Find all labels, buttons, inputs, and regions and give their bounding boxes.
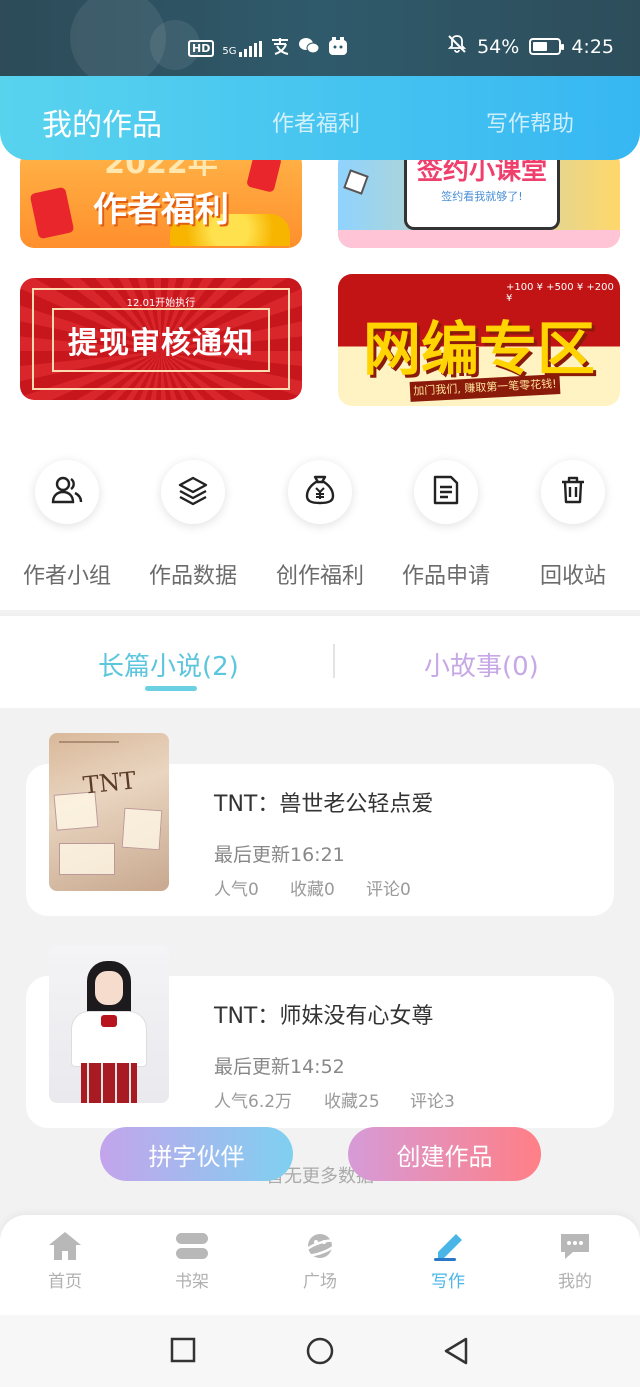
mute-icon (447, 34, 467, 59)
work-cover[interactable]: TNT (49, 733, 169, 891)
work-popularity: 人气0 (214, 880, 259, 900)
recent-apps-icon[interactable] (170, 1337, 196, 1367)
tab-author-benefits[interactable]: 作者福利 (272, 106, 360, 138)
pen-icon (430, 1229, 466, 1263)
signing-card: 签约小课堂 签约看我就够了! (404, 150, 560, 230)
work-popularity: 人气6.2万 (214, 1092, 293, 1112)
work-comments: 评论3 (410, 1092, 455, 1112)
layers-icon (177, 474, 209, 510)
no-more-data-text: 暂无更多数据 (266, 1166, 374, 1187)
nav-home[interactable]: 首页 (25, 1229, 105, 1292)
tab-short-stories[interactable]: 小故事(0) (424, 646, 539, 683)
battery-percent: 54% (477, 35, 520, 58)
banner-title: 网编专区 (362, 315, 595, 383)
banner-signing-class[interactable]: 签约小课堂 签约看我就够了! (338, 150, 620, 248)
home-circle-icon[interactable] (305, 1336, 335, 1370)
nav-square[interactable]: 广场 (280, 1229, 360, 1292)
content-area: 2022年 作者福利 签约小课堂 签约看我就够了! 12.01开始执行 提现审核… (0, 100, 640, 610)
status-bar: HD 5G 54% 4:25 (0, 0, 640, 86)
work-data-label: 作品数据 (148, 564, 237, 589)
trash-icon (558, 475, 588, 509)
nav-mine[interactable]: 我的 (535, 1229, 615, 1292)
planet-icon (302, 1229, 338, 1263)
word-partner-button[interactable]: 拼字伙伴 (100, 1127, 293, 1181)
banner-subtitle: 12.01开始执行 (126, 298, 196, 309)
document-icon (430, 474, 462, 510)
group-icon (51, 474, 83, 510)
app-icon (328, 36, 348, 61)
work-application-button[interactable] (414, 460, 478, 524)
nav-write[interactable]: 写作 (408, 1229, 488, 1292)
tab-underline (145, 686, 197, 691)
banner-title: 提现审核通知 (68, 326, 254, 361)
tab-long-novels[interactable]: 长篇小说(2) (98, 646, 239, 683)
home-icon (47, 1229, 83, 1263)
work-title: TNT：兽世老公轻点爱 (214, 792, 434, 817)
nav-bookshelf[interactable]: 书架 (152, 1229, 232, 1292)
banner-subtitle: 签约看我就够了! (441, 190, 523, 203)
chat-bubble-icon (557, 1229, 593, 1263)
bottom-nav: 首页 书架 广场 写作 我的 (0, 1215, 640, 1315)
banner-withdraw-notice[interactable]: 12.01开始执行 提现审核通知 (20, 278, 302, 400)
banner-title: 作者福利 (93, 190, 229, 230)
recycle-bin-button[interactable] (541, 460, 605, 524)
tab-writing-help[interactable]: 写作帮助 (486, 106, 574, 138)
work-comments: 评论0 (366, 880, 411, 900)
work-cover[interactable] (49, 945, 169, 1103)
creation-benefits-button[interactable] (288, 460, 352, 524)
work-favorites: 收藏25 (324, 1092, 380, 1112)
hd-icon: HD (188, 40, 215, 57)
wechat-icon (298, 37, 320, 60)
signal-icon: 5G (222, 40, 263, 57)
work-type-tabs: 长篇小说(2) 小故事(0) (0, 614, 640, 708)
work-title: TNT：师妹没有心女尊 (214, 1004, 434, 1029)
author-group-button[interactable] (35, 460, 99, 524)
create-work-button[interactable]: 创建作品 (348, 1127, 541, 1181)
work-data-button[interactable] (161, 460, 225, 524)
header-tabs: 我的作品 作者福利 写作帮助 (0, 76, 640, 160)
work-favorites: 收藏0 (290, 880, 335, 900)
work-updated: 最后更新14:52 (214, 1056, 345, 1078)
money-bag-icon (304, 474, 336, 510)
system-nav-bar (0, 1315, 640, 1387)
work-updated: 最后更新16:21 (214, 844, 345, 866)
alipay-icon (270, 37, 290, 60)
creation-benefits-label: 创作福利 (275, 564, 364, 589)
recycle-bin-label: 回收站 (539, 564, 606, 589)
author-group-label: 作者小组 (22, 564, 111, 589)
bookshelf-icon (174, 1229, 210, 1263)
tab-my-works[interactable]: 我的作品 (42, 100, 162, 144)
banner-editor-zone[interactable]: +100 ¥ +500 ¥ +200 ¥ 网编专区 加门我们, 赚取第一笔零花钱… (338, 274, 620, 406)
back-icon[interactable] (442, 1336, 470, 1370)
battery-icon (529, 38, 565, 55)
banner-author-benefits[interactable]: 2022年 作者福利 (20, 150, 302, 248)
work-application-label: 作品申请 (401, 564, 490, 589)
clock: 4:25 (571, 35, 614, 58)
